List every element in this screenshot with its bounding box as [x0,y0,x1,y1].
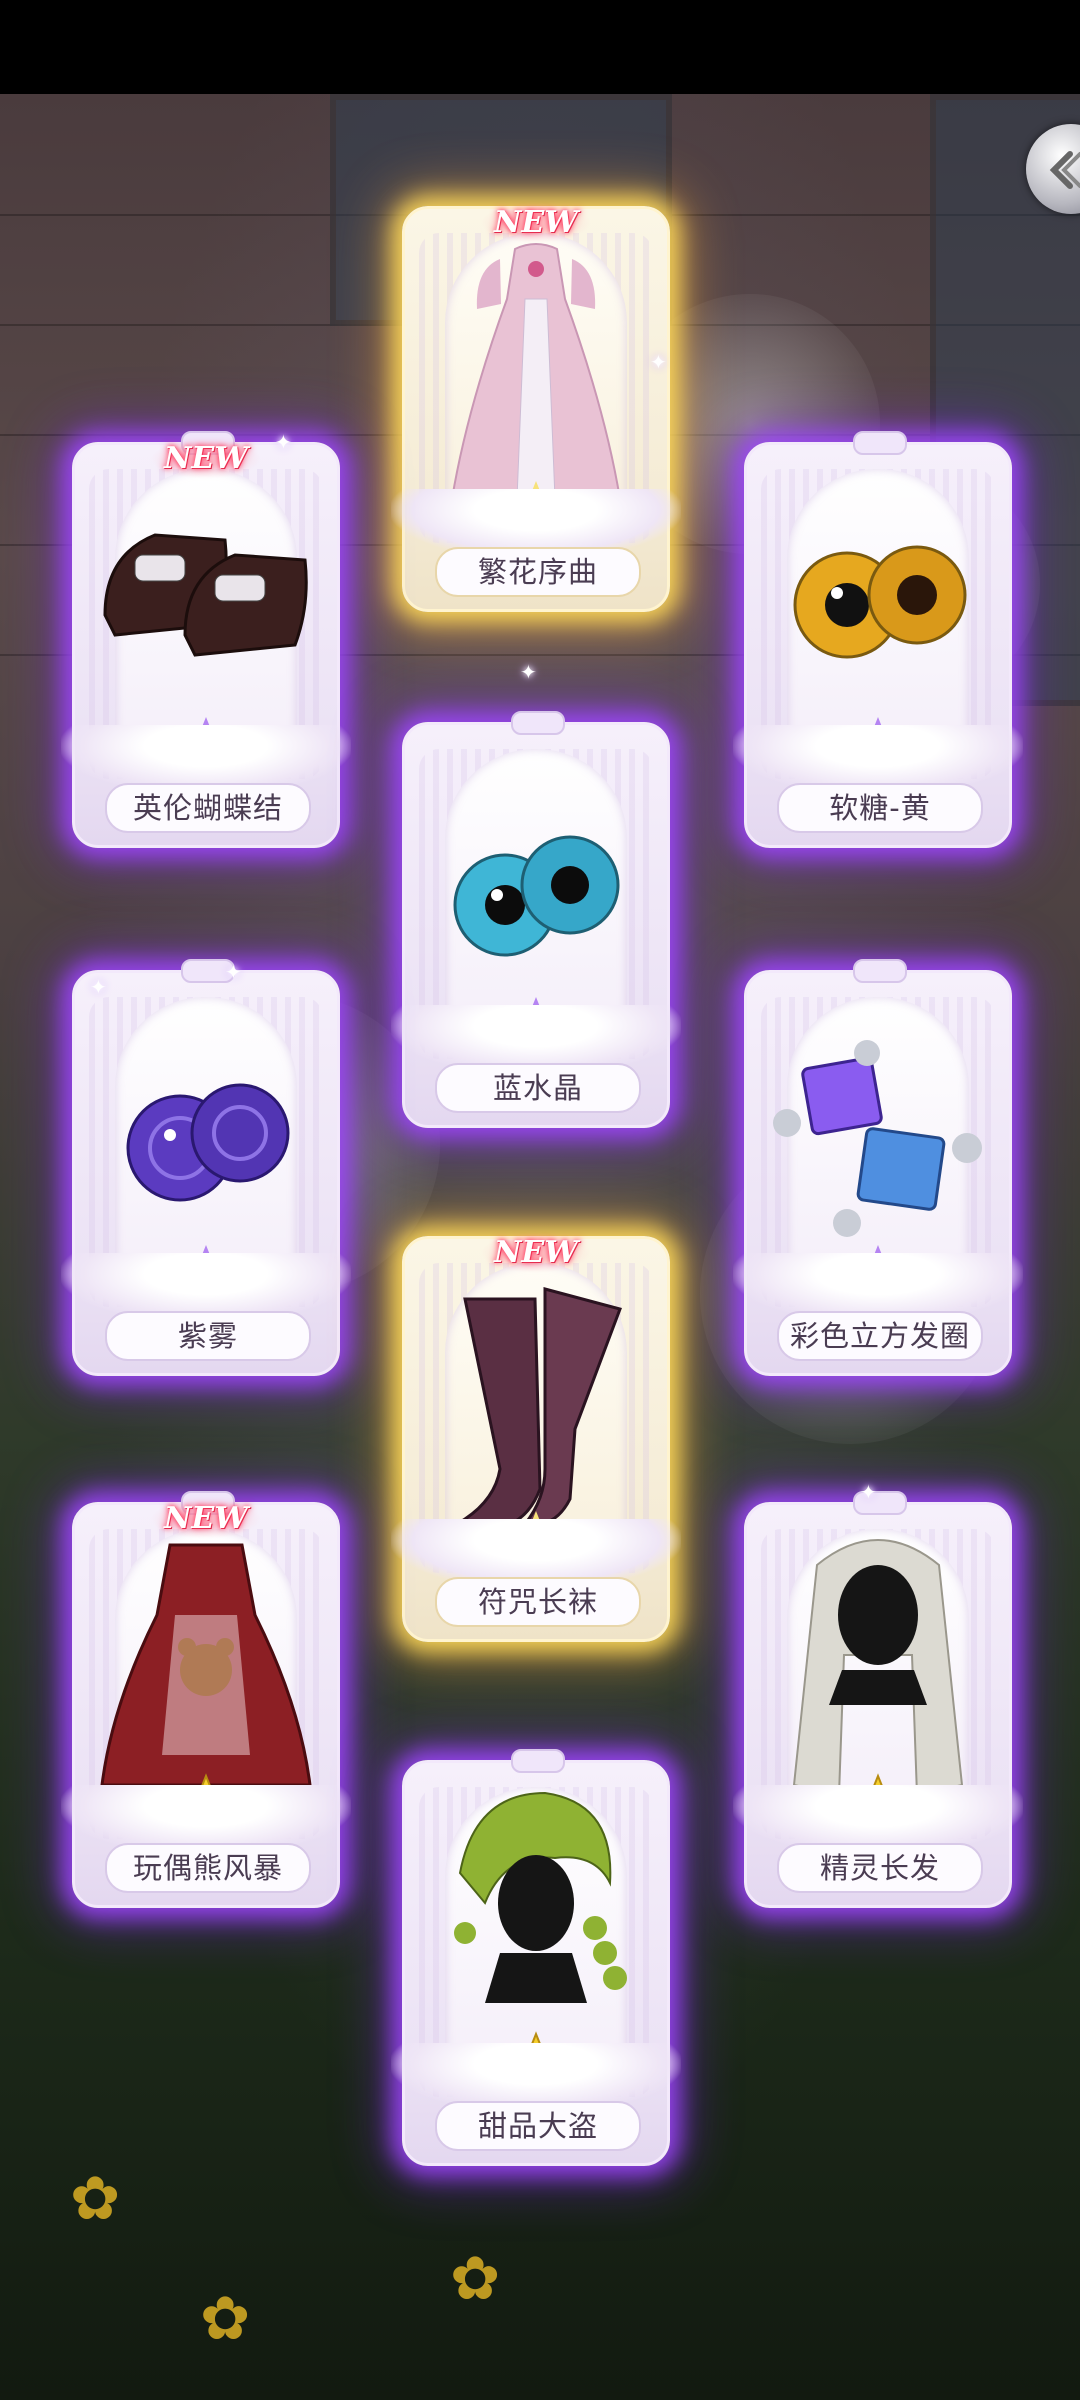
item-name: 繁花序曲 [435,547,641,597]
item-name: 软糖-黄 [777,783,983,833]
item-card-jelly-yellow[interactable]: 软糖-黄 [733,431,1023,848]
item-card-floral-overture[interactable]: NEW 繁花序曲 [391,203,681,612]
back-chevron-icon [1049,151,1080,189]
item-name: 符咒长袜 [435,1577,641,1627]
item-name: 彩色立方发圈 [777,1311,983,1361]
item-name: 英伦蝴蝶结 [105,783,311,833]
item-card-blue-crystal[interactable]: 蓝水晶 [391,711,681,1128]
item-name: 甜品大盗 [435,2101,641,2151]
sparkle-icon: ✦ [650,350,667,374]
sparkle-icon: ✦ [520,660,537,684]
new-badge: NEW [481,1233,591,1273]
sparkle-icon: ✦ [225,960,242,984]
item-name: 紫雾 [105,1311,311,1361]
new-badge: NEW [151,1499,261,1539]
item-name: 精灵长发 [777,1843,983,1893]
item-card-british-bow[interactable]: NEW 英伦蝴蝶结 [61,431,351,848]
item-card-colorful-cube-hairband[interactable]: 彩色立方发圈 [733,959,1023,1376]
new-badge: NEW [151,439,261,479]
item-card-elf-long-hair[interactable]: 精灵长发 [733,1491,1023,1908]
item-name: 玩偶熊风暴 [105,1843,311,1893]
item-card-charm-stockings[interactable]: NEW 符咒长袜 [391,1233,681,1642]
status-bar [0,0,1080,94]
item-card-purple-mist[interactable]: 紫雾 [61,959,351,1376]
sparkle-icon: ✦ [90,975,107,999]
item-name: 蓝水晶 [435,1063,641,1113]
sparkle-icon: ✦ [860,1480,877,1504]
new-badge: NEW [481,203,591,243]
item-card-dessert-thief[interactable]: 甜品大盗 [391,1749,681,2166]
sparkle-icon: ✦ [275,430,292,454]
item-card-teddy-bear-storm[interactable]: NEW 玩偶熊风暴 [61,1491,351,1908]
